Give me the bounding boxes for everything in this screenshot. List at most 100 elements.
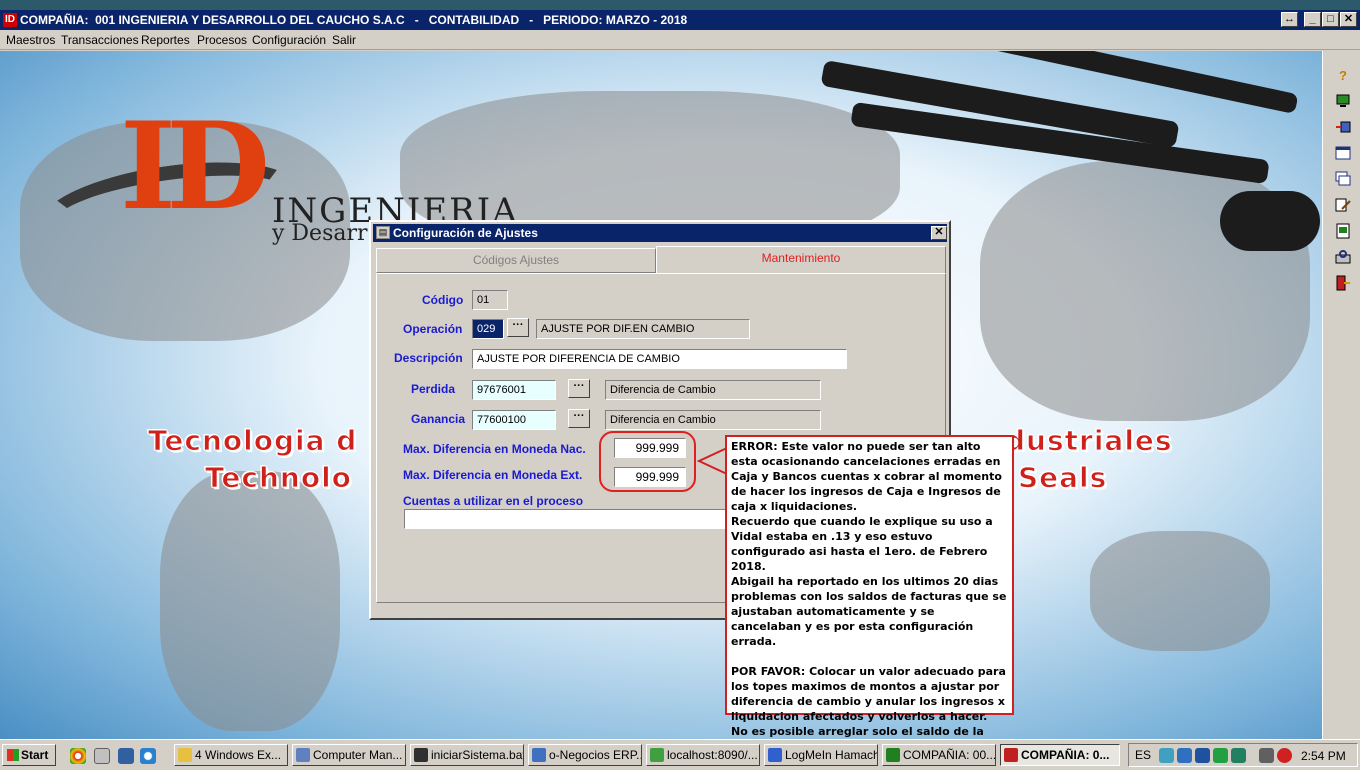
hamachi-tray-icon[interactable] [1177,748,1192,763]
codigo-label: Código [422,293,464,307]
dialog-close-button[interactable]: ✕ [931,226,947,240]
calendar-icon[interactable] [1332,143,1354,163]
perdida-lookup-button[interactable]: ··· [568,379,590,398]
slogan-line1-left: Tecnologia d [147,424,358,458]
company-logo: ID [120,96,270,237]
operacion-lookup-button[interactable]: ··· [507,318,529,337]
computer-management-icon [296,748,310,762]
alert-icon[interactable] [1277,748,1292,763]
perdida-label: Perdida [411,382,456,396]
task-windows-explorer[interactable]: 4 Windows Ex... [174,744,288,766]
taskbar: Start 4 Windows Ex... Computer Man... in… [0,739,1360,770]
restore-icon[interactable]: ↔ [1281,12,1298,27]
task-label: iniciarSistema.bat [431,748,524,762]
ganancia-desc-field: Diferencia en Cambio [605,410,821,430]
task-label: COMPAÑIA: 0... [1021,748,1110,762]
task-compania-1[interactable]: COMPAÑIA: 00... [882,744,996,766]
tab-mantenimiento[interactable]: Mantenimiento [656,246,946,273]
titlebar-strip [0,0,1360,10]
desktop-icon[interactable] [118,748,134,764]
perdida-desc-field: Diferencia de Cambio [605,380,821,400]
window-titlebar: ID COMPAÑIA: 001 INGENIERIA Y DESARROLLO… [0,0,1360,30]
transfer-icon[interactable] [1332,117,1354,137]
task-localhost[interactable]: localhost:8090/... [646,744,760,766]
antivirus-icon[interactable] [1231,748,1246,763]
window-list-icon[interactable] [1332,169,1354,189]
codigo-field[interactable]: 01 [472,290,508,310]
task-label: Computer Man... [313,748,403,762]
ganancia-label: Ganancia [411,412,466,426]
cuentas-label: Cuentas a utilizar en el proceso [403,494,584,508]
task-label: localhost:8090/... [667,748,758,762]
menu-salir[interactable]: Salir [332,33,356,47]
task-label: COMPAÑIA: 00... [903,748,996,762]
exit-icon[interactable] [1332,273,1354,293]
annotation-text: ERROR: Este valor no puede ser tan alto … [731,440,1007,768]
sync-icon[interactable] [1213,748,1228,763]
dialog-titlebar: ▤ Configuración de Ajustes ✕ [373,224,947,242]
tab-codigos-ajustes[interactable]: Códigos Ajustes [376,248,656,273]
menu-maestros[interactable]: Maestros [6,33,55,47]
start-label: Start [21,748,49,762]
task-compania-2[interactable]: COMPAÑIA: 0... [1000,744,1120,766]
ie-icon[interactable] [140,748,156,764]
menu-reportes[interactable]: Reportes [141,33,190,47]
dialog-title: Configuración de Ajustes [393,226,538,240]
chrome-icon[interactable] [70,748,86,764]
help-icon[interactable]: ? [1332,65,1354,85]
hamachi-icon [768,748,782,762]
continent-shape [1090,531,1270,651]
cuentas-input[interactable] [404,509,734,529]
menu-configuracion[interactable]: Configuración [252,33,326,47]
browser-icon [650,748,664,762]
start-button[interactable]: Start [2,744,56,766]
teamviewer-icon[interactable] [1195,748,1210,763]
task-label: LogMeIn Hamachi [785,748,878,762]
logo-subtitle: y Desarr [272,221,368,246]
perdida-account-input[interactable]: 97676001 [472,380,556,400]
slogan-line1-right: dustriales [1005,424,1173,458]
report-icon[interactable] [1332,221,1354,241]
operacion-code-input[interactable]: 029 [472,319,504,339]
window-title: COMPAÑIA: 001 INGENIERIA Y DESARROLLO DE… [20,13,688,27]
ganancia-account-input[interactable]: 77600100 [472,410,556,430]
task-iniciar-sistema[interactable]: iniciarSistema.bat [410,744,524,766]
menu-procesos[interactable]: Procesos [197,33,247,47]
annotation-arrow-icon [696,447,728,475]
app-icon[interactable]: ID [3,13,17,27]
ganancia-lookup-button[interactable]: ··· [568,409,590,428]
task-erp[interactable]: o-Negocios ERP... [528,744,642,766]
computer-icon[interactable] [94,748,110,764]
erp-icon [532,748,546,762]
close-button[interactable]: ✕ [1340,12,1357,27]
continent-shape [160,471,340,731]
task-label: o-Negocios ERP... [549,748,642,762]
network-icon[interactable] [1159,748,1174,763]
clock: 2:54 PM [1301,749,1346,763]
app-icon [886,748,900,762]
error-annotation: ERROR: Este valor no puede ser tan alto … [725,435,1014,768]
folder-icon [178,748,192,762]
slogan-line2-left: Technolo [205,461,352,495]
search-icon[interactable] [1332,247,1354,267]
monitor-icon[interactable] [1332,91,1354,111]
task-hamachi[interactable]: LogMeIn Hamachi [764,744,878,766]
maximize-button[interactable]: □ [1322,12,1339,27]
descripcion-label: Descripción [394,351,463,365]
windows-flag-icon [7,749,19,761]
task-label: 4 Windows Ex... [195,748,282,762]
edit-icon[interactable] [1332,195,1354,215]
monitor-tray-icon[interactable] [1259,748,1274,763]
max-ext-label: Max. Diferencia en Moneda Ext. [403,468,583,482]
console-icon [414,748,428,762]
menu-transacciones[interactable]: Transacciones [61,33,139,47]
minimize-button[interactable]: _ [1304,12,1321,27]
operacion-label: Operación [403,322,463,336]
descripcion-input[interactable]: AJUSTE POR DIFERENCIA DE CAMBIO [472,349,847,369]
app-icon [1004,748,1018,762]
slogan-line2-right: Seals [1017,461,1108,495]
rubber-profile [1220,191,1320,251]
menu-bar: Maestros Transacciones Reportes Procesos… [0,30,1360,50]
language-indicator[interactable]: ES [1135,748,1151,762]
task-computer-management[interactable]: Computer Man... [292,744,406,766]
